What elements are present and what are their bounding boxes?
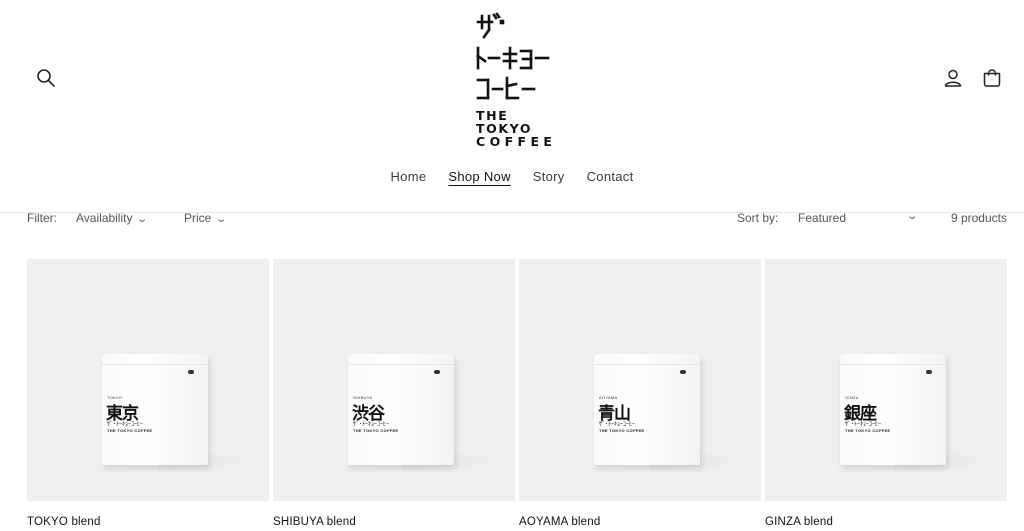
product-title[interactable]: TOKYO blend (27, 516, 269, 528)
pouch-brand: THE TOKYO COFFEE (845, 428, 891, 433)
search-button[interactable] (32, 64, 60, 92)
product-card[interactable]: TOKYO 東京 ｻﾞ･ﾄｰｷｮｰｺｰﾋｰ THE TOKYO COFFEE T… (27, 259, 269, 528)
product-image[interactable]: AOYAMA 青山 ｻﾞ･ﾄｰｷｮｰｺｰﾋｰ THE TOKYO COFFEE (519, 259, 761, 501)
chevron-down-icon: ⌄ (215, 214, 228, 225)
product-title[interactable]: GINZA blend (765, 516, 1007, 528)
shopping-bag-icon (983, 69, 1001, 87)
main-nav: Home Shop Now Story Contact (0, 169, 1024, 184)
logo-wordmark: THE TOKYO COFFEE (476, 109, 570, 148)
product-card[interactable]: SHIBUYA 渋谷 ｻﾞ･ﾄｰｷｮｰｺｰﾋｰ THE TOKYO COFFEE… (273, 259, 515, 528)
price-filter[interactable]: Price ⌄ (184, 211, 228, 225)
product-count: 9 products (950, 211, 1007, 225)
product-card[interactable]: GINZA 銀座 ｻﾞ･ﾄｰｷｮｰｺｰﾋｰ THE TOKYO COFFEE G… (765, 259, 1007, 528)
product-image[interactable]: TOKYO 東京 ｻﾞ･ﾄｰｷｮｰｺｰﾋｰ THE TOKYO COFFEE (27, 259, 269, 501)
coffee-pouch: GINZA 銀座 ｻﾞ･ﾄｰｷｮｰｺｰﾋｰ THE TOKYO COFFEE (840, 354, 946, 465)
pouch-seal (594, 364, 700, 365)
nav-story[interactable]: Story (522, 169, 576, 184)
pouch-seal (348, 364, 454, 365)
pouch-katakana: ｻﾞ･ﾄｰｷｮｰｺｰﾋｰ (353, 422, 390, 428)
coffee-pouch: TOKYO 東京 ｻﾞ･ﾄｰｷｮｰｺｰﾋｰ THE TOKYO COFFEE (102, 354, 208, 465)
logo-katakana-mark (476, 12, 550, 100)
coffee-pouch: AOYAMA 青山 ｻﾞ･ﾄｰｷｮｰｺｰﾋｰ THE TOKYO COFFEE (594, 354, 700, 465)
account-button[interactable] (940, 64, 966, 92)
pouch-katakana: ｻﾞ･ﾄｰｷｮｰｺｰﾋｰ (107, 422, 144, 428)
pouch-brand: THE TOKYO COFFEE (107, 428, 153, 433)
nav-contact[interactable]: Contact (576, 169, 645, 184)
product-image[interactable]: GINZA 銀座 ｻﾞ･ﾄｰｷｮｰｺｰﾋｰ THE TOKYO COFFEE (765, 259, 1007, 501)
filter-bar: Filter: Availability ⌄ Price ⌄ Sort by: Fe… (27, 211, 1007, 227)
logo-line2: COFFEE (476, 134, 557, 149)
chevron-down-icon: ⌄ (136, 214, 149, 225)
pouch-katakana: ｻﾞ･ﾄｰｷｮｰｺｰﾋｰ (845, 422, 882, 428)
pouch-seal (840, 364, 946, 365)
pouch-valve (188, 370, 194, 374)
availability-label: Availability (76, 211, 133, 225)
search-icon (37, 69, 55, 87)
product-grid: TOKYO 東京 ｻﾞ･ﾄｰｷｮｰｺｰﾋｰ THE TOKYO COFFEE T… (27, 259, 1008, 528)
user-icon (944, 69, 962, 87)
logo-line1: THE TOKYO (476, 108, 533, 136)
cart-button[interactable] (979, 64, 1005, 92)
coffee-pouch: SHIBUYA 渋谷 ｻﾞ･ﾄｰｷｮｰｺｰﾋｰ THE TOKYO COFFEE (348, 354, 454, 465)
pouch-seal (102, 364, 208, 365)
pouch-valve (434, 370, 440, 374)
product-title[interactable]: AOYAMA blend (519, 516, 761, 528)
pouch-valve (680, 370, 686, 374)
availability-filter[interactable]: Availability ⌄ (76, 211, 149, 225)
sort-select[interactable]: Featured ⌄ (798, 211, 918, 225)
nav-home[interactable]: Home (379, 169, 437, 184)
sort-label: Sort by: (737, 211, 779, 225)
product-card[interactable]: AOYAMA 青山 ｻﾞ･ﾄｰｷｮｰｺｰﾋｰ THE TOKYO COFFEE … (519, 259, 761, 528)
chevron-down-icon: ⌄ (905, 211, 918, 222)
pouch-katakana: ｻﾞ･ﾄｰｷｮｰｺｰﾋｰ (599, 422, 636, 428)
pouch-valve (926, 370, 932, 374)
price-label: Price (184, 211, 212, 225)
pouch-brand: THE TOKYO COFFEE (599, 428, 645, 433)
site-logo[interactable]: THE TOKYO COFFEE (470, 10, 570, 148)
pouch-brand: THE TOKYO COFFEE (353, 428, 399, 433)
product-image[interactable]: SHIBUYA 渋谷 ｻﾞ･ﾄｰｷｮｰｺｰﾋｰ THE TOKYO COFFEE (273, 259, 515, 501)
sort-value: Featured (798, 211, 847, 225)
nav-shop-now[interactable]: Shop Now (437, 169, 521, 184)
filter-label: Filter: (27, 211, 57, 225)
product-title[interactable]: SHIBUYA blend (273, 516, 515, 528)
